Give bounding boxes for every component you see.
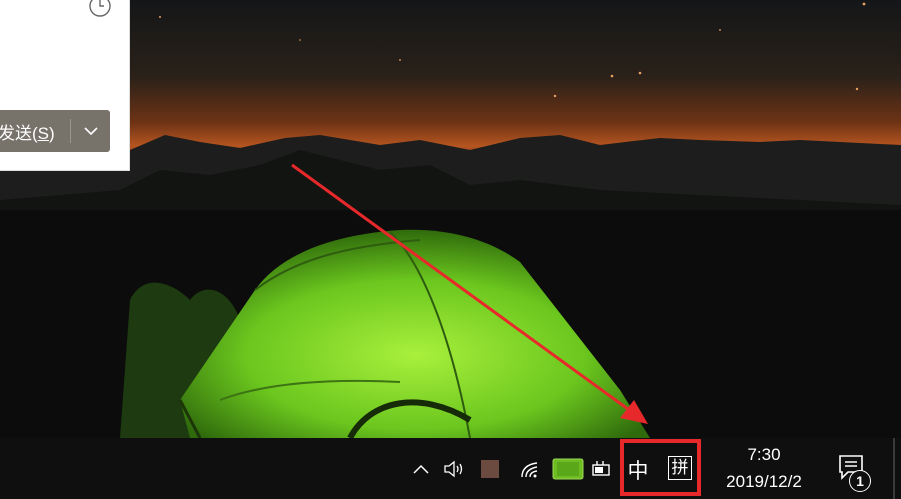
send-button[interactable]: 发送(S) (0, 110, 110, 152)
send-button-label: 发送(S) (0, 123, 55, 143)
speaker-icon[interactable] (442, 438, 468, 499)
chevron-down-icon (84, 127, 98, 136)
chat-window-fragment: 发送(S) (0, 0, 130, 171)
notification-count-badge: 1 (849, 470, 871, 492)
battery-icon[interactable] (551, 438, 587, 499)
app-square-icon[interactable] (478, 438, 502, 499)
annotation-highlight-box (620, 439, 701, 496)
action-center-button[interactable]: 1 (832, 450, 876, 492)
clock-time[interactable]: 7:30 (716, 445, 812, 465)
send-options-dropdown[interactable] (72, 110, 110, 152)
power-plug-icon[interactable] (589, 438, 613, 499)
clock-date[interactable]: 2019/12/2 (710, 472, 818, 492)
wifi-icon[interactable] (517, 438, 545, 499)
chevron-up-icon[interactable] (410, 438, 432, 499)
send-divider (70, 119, 71, 143)
show-desktop-button[interactable] (893, 438, 895, 499)
desktop-wallpaper (0, 0, 901, 438)
clock-icon[interactable] (88, 0, 112, 18)
